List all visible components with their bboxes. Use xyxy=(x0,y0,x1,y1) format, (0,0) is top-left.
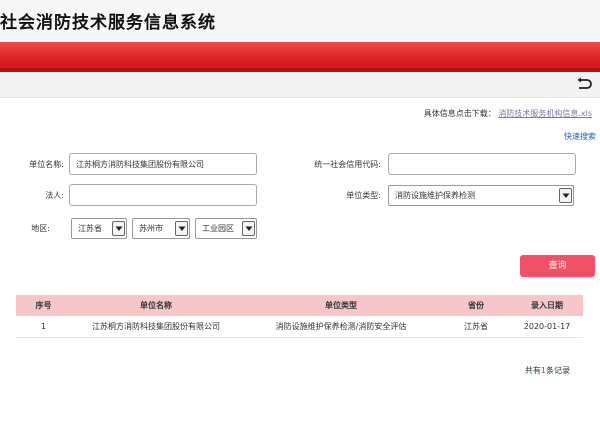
table-header: 序号 单位名称 单位类型 省份 录入日期 xyxy=(16,295,583,316)
quick-search-link[interactable]: 快速搜索 xyxy=(564,131,596,142)
header-unit-name: 单位名称 xyxy=(140,301,172,310)
record-suffix: 条记录 xyxy=(546,366,570,375)
query-button[interactable]: 查询 xyxy=(520,255,595,277)
header-bar: 社会消防技术服务信息系统 xyxy=(0,0,600,42)
chevron-down-icon xyxy=(175,221,188,236)
unit-name-input[interactable] xyxy=(69,153,257,175)
chevron-down-icon xyxy=(242,221,255,236)
city-value: 苏州市 xyxy=(139,224,163,233)
header-index: 序号 xyxy=(35,301,52,310)
legal-person-label: 法人: xyxy=(45,191,64,200)
header-unit-type: 单位类型 xyxy=(325,301,357,310)
sub-toolbar xyxy=(0,72,600,98)
cell-unit-name: 江苏桐方消防科技集团股份有限公司 xyxy=(92,322,220,331)
province-value: 江苏省 xyxy=(78,224,102,233)
download-link[interactable]: 消防技术服务机构信息.xls xyxy=(498,109,592,118)
credit-code-label: 统一社会信用代码: xyxy=(314,160,381,169)
header-province: 省份 xyxy=(468,301,484,310)
download-row: 具体信息点击下载： 消防技术服务机构信息.xls xyxy=(424,108,592,119)
cell-entry-date: 2020-01-17 xyxy=(523,322,571,331)
header-entry-date: 录入日期 xyxy=(531,301,563,310)
record-count: 共有1条记录 xyxy=(525,365,570,376)
app-title: 社会消防技术服务信息系统 xyxy=(0,13,216,33)
region-label: 地区: xyxy=(31,224,50,233)
table-row[interactable]: 1 江苏桐方消防科技集团股份有限公司 消防设施维护保养检测/消防安全评估 江苏省… xyxy=(16,316,583,338)
cell-index: 1 xyxy=(40,322,47,331)
cell-unit-type: 消防设施维护保养检测/消防安全评估 xyxy=(275,322,407,331)
unit-type-value: 消防设施维护保养检测 xyxy=(395,191,475,200)
unit-type-label: 单位类型: xyxy=(346,191,381,200)
chevron-down-icon xyxy=(112,221,125,236)
download-label: 具体信息点击下载： xyxy=(423,109,496,118)
red-banner xyxy=(0,42,600,72)
back-arrow-icon[interactable] xyxy=(575,77,593,93)
province-select[interactable]: 江苏省 xyxy=(71,218,127,239)
unit-type-select[interactable]: 消防设施维护保养检测 xyxy=(388,185,574,206)
cell-province: 江苏省 xyxy=(464,322,488,331)
district-value: 工业园区 xyxy=(202,224,234,233)
city-select[interactable]: 苏州市 xyxy=(132,218,190,239)
district-select[interactable]: 工业园区 xyxy=(195,218,257,239)
chevron-down-icon xyxy=(559,188,572,203)
unit-name-label: 单位名称: xyxy=(29,160,64,169)
record-prefix: 共有 xyxy=(524,366,541,375)
credit-code-input[interactable] xyxy=(388,153,576,175)
legal-person-input[interactable] xyxy=(69,184,257,206)
results-table: 序号 单位名称 单位类型 省份 录入日期 1 江苏桐方消防科技集团股份有限公司 … xyxy=(16,295,583,338)
